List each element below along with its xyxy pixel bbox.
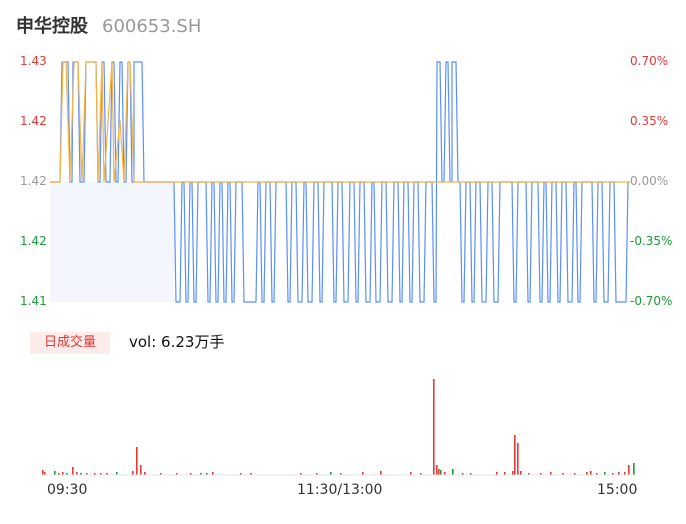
time-mid: 11:30/13:00 xyxy=(297,482,383,498)
volume-bar xyxy=(433,379,435,475)
intraday-chart xyxy=(40,61,636,476)
volume-tag: 日成交量 xyxy=(30,332,110,354)
volume-bar xyxy=(136,447,138,475)
volume-bar xyxy=(380,471,382,475)
time-end: 15:00 xyxy=(597,482,638,498)
volume-total: vol: 6.23万手 xyxy=(129,333,225,351)
volume-bar xyxy=(54,471,56,475)
volume-bar xyxy=(514,435,516,475)
volume-bar xyxy=(72,467,74,475)
time-start: 09:30 xyxy=(47,482,88,498)
volume-bars xyxy=(42,379,635,475)
volume-bar xyxy=(520,471,522,475)
average-price-line xyxy=(50,61,630,183)
volume-bar xyxy=(633,463,635,475)
volume-bar xyxy=(440,470,442,475)
volume-bar xyxy=(517,443,519,475)
volume-bar xyxy=(452,469,454,475)
volume-bar xyxy=(628,465,630,475)
volume-bar xyxy=(140,465,142,475)
volume-bar xyxy=(42,470,44,475)
volume-bar xyxy=(512,471,514,475)
volume-bar xyxy=(438,469,440,475)
volume-bar xyxy=(590,471,592,475)
price-area xyxy=(50,182,174,302)
price-fill xyxy=(50,182,174,302)
volume-bar xyxy=(132,471,134,475)
volume-bar xyxy=(436,465,438,475)
